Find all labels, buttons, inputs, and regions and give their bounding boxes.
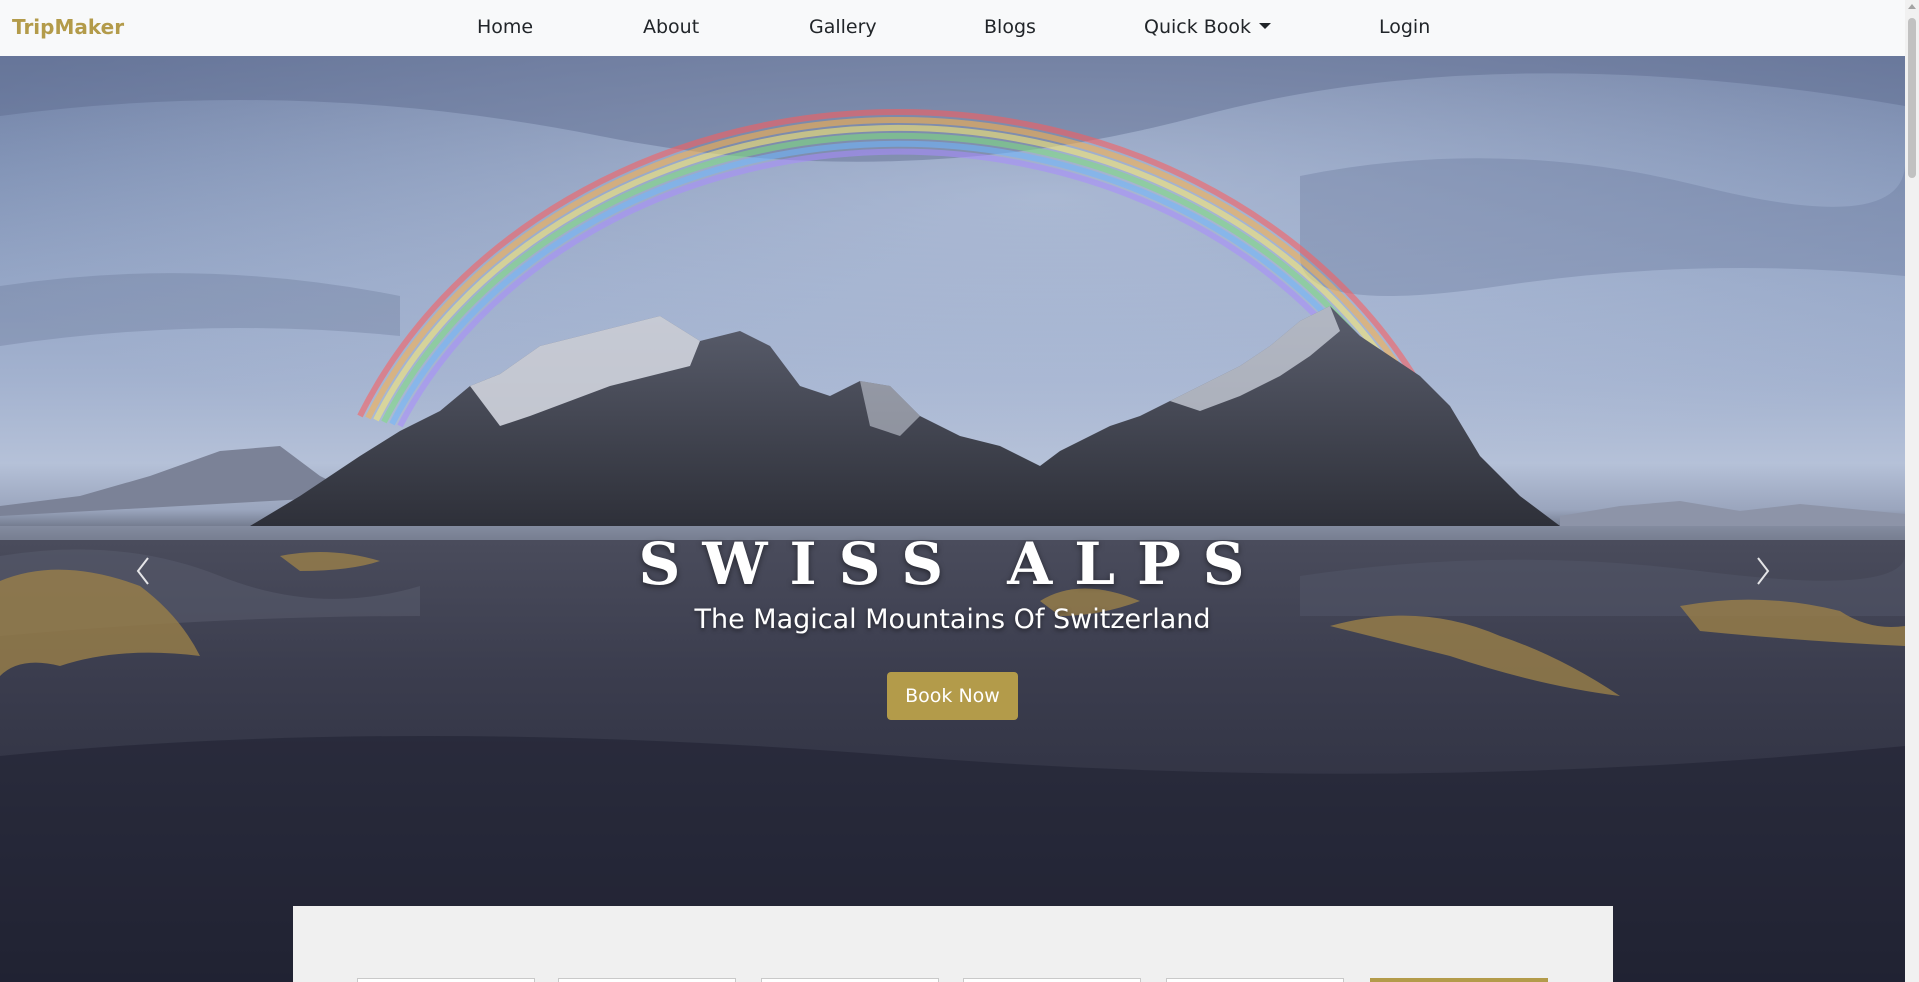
nav-item-about[interactable]: About bbox=[643, 16, 699, 38]
booking-panel bbox=[293, 906, 1613, 982]
navbar: TripMaker Home About Gallery Blogs Quick… bbox=[0, 0, 1905, 56]
page-scrollbar[interactable] bbox=[1905, 0, 1919, 982]
booking-submit-button[interactable] bbox=[1370, 978, 1548, 982]
caret-down-icon bbox=[1259, 23, 1272, 29]
nav-item-quick-book-label: Quick Book bbox=[1144, 16, 1252, 38]
book-now-button[interactable]: Book Now bbox=[887, 672, 1018, 720]
nav-item-login[interactable]: Login bbox=[1379, 16, 1430, 38]
brand-logo[interactable]: TripMaker bbox=[12, 15, 124, 39]
nav-item-home[interactable]: Home bbox=[477, 16, 533, 38]
booking-field-5[interactable] bbox=[1166, 978, 1344, 982]
booking-field-3[interactable] bbox=[761, 978, 939, 982]
booking-field-2[interactable] bbox=[558, 978, 736, 982]
nav-item-gallery[interactable]: Gallery bbox=[809, 16, 877, 38]
page: TripMaker Home About Gallery Blogs Quick… bbox=[0, 0, 1919, 982]
booking-field-4[interactable] bbox=[963, 978, 1141, 982]
hero-title: SWISS ALPS bbox=[638, 530, 1267, 598]
scrollbar-thumb[interactable] bbox=[1908, 18, 1916, 178]
hero-subtitle: The Magical Mountains Of Switzerland bbox=[694, 604, 1211, 635]
nav-item-blogs[interactable]: Blogs bbox=[984, 16, 1036, 38]
nav-item-quick-book[interactable]: Quick Book bbox=[1144, 16, 1272, 38]
hero-background-image bbox=[0, 56, 1905, 982]
booking-field-1[interactable] bbox=[357, 978, 535, 982]
scroll-up-icon[interactable] bbox=[1908, 4, 1916, 9]
hero-carousel: SWISS ALPS The Magical Mountains Of Swit… bbox=[0, 56, 1905, 982]
